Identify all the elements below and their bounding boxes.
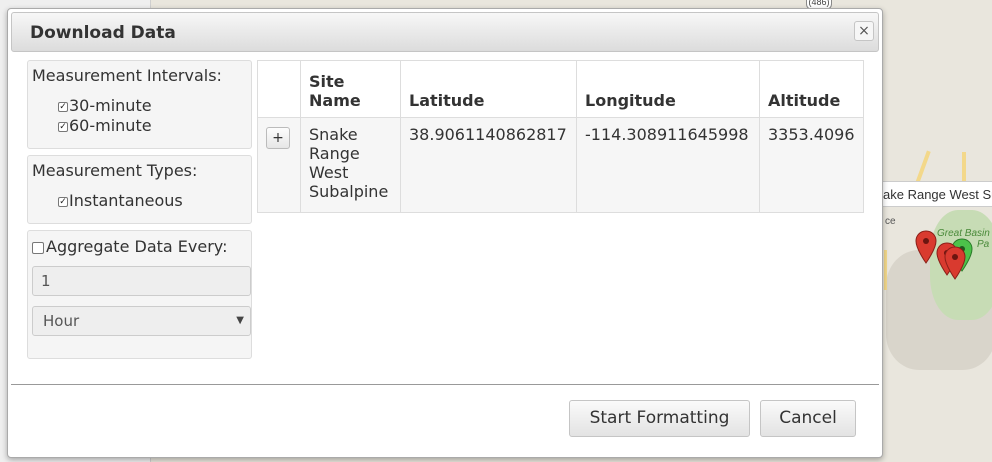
interval-60-minute-checkbox[interactable]: ✓	[58, 121, 68, 132]
sites-table-container: Site Name Latitude Longitude Altitude + …	[257, 60, 864, 215]
column-header-site-name[interactable]: Site Name	[300, 60, 401, 118]
map-marker-red-icon[interactable]	[944, 246, 966, 280]
measurement-intervals-title: Measurement Intervals:	[32, 66, 222, 85]
expand-column-header	[257, 60, 301, 118]
map-road	[884, 250, 887, 290]
altitude-cell: 3353.4096	[759, 117, 864, 213]
aggregate-panel: Aggregate Data Every: 1 Hour ▼	[27, 230, 252, 359]
cancel-button[interactable]: Cancel	[760, 400, 856, 437]
dropdown-arrow-icon: ▼	[236, 315, 244, 326]
table-header-row: Site Name Latitude Longitude Altitude	[257, 60, 864, 118]
aggregate-label: Aggregate Data Every:	[46, 237, 228, 256]
type-instantaneous-checkbox[interactable]: ✓	[58, 196, 68, 207]
interval-60-minute-option[interactable]: ✓ 60-minute	[58, 116, 152, 135]
close-icon[interactable]: ×	[854, 21, 874, 41]
site-name-cell: Snake Range West Subalpine	[300, 117, 401, 213]
expand-cell: +	[257, 117, 301, 213]
sites-table: Site Name Latitude Longitude Altitude + …	[257, 60, 864, 213]
measurement-types-title: Measurement Types:	[32, 161, 198, 180]
start-formatting-button[interactable]: Start Formatting	[569, 400, 750, 437]
dialog-title: Download Data	[30, 23, 176, 43]
measurement-intervals-panel: Measurement Intervals: ✓ 30-minute ✓ 60-…	[27, 60, 252, 149]
footer-divider	[11, 384, 879, 385]
interval-60-minute-label: 60-minute	[69, 116, 152, 135]
download-data-dialog: Download Data × Measurement Intervals: ✓…	[7, 8, 883, 458]
map-marker-red-icon[interactable]	[915, 230, 937, 264]
aggregate-value-input[interactable]: 1	[32, 266, 251, 296]
aggregate-checkbox[interactable]	[32, 241, 44, 254]
dialog-header[interactable]: Download Data ×	[11, 12, 879, 52]
type-instantaneous-label: Instantaneous	[69, 191, 183, 210]
aggregate-unit-select[interactable]: Hour ▼	[32, 306, 251, 336]
column-header-longitude[interactable]: Longitude	[576, 60, 760, 118]
map-side-text: ce	[885, 216, 896, 227]
aggregate-option[interactable]: Aggregate Data Every:	[32, 237, 227, 256]
interval-30-minute-label: 30-minute	[69, 96, 152, 115]
type-instantaneous-option[interactable]: ✓ Instantaneous	[58, 191, 183, 210]
interval-30-minute-checkbox[interactable]: ✓	[58, 101, 68, 112]
table-row[interactable]: + Snake Range West Subalpine 38.90611408…	[257, 117, 864, 213]
measurement-types-panel: Measurement Types: ✓ Instantaneous	[27, 155, 252, 224]
aggregate-unit-value: Hour	[43, 312, 80, 330]
map-popup-label[interactable]: ake Range West Su	[870, 181, 992, 207]
latitude-cell: 38.9061140862817	[400, 117, 577, 213]
column-header-altitude[interactable]: Altitude	[759, 60, 864, 118]
expand-row-button[interactable]: +	[266, 127, 290, 149]
column-header-latitude[interactable]: Latitude	[400, 60, 577, 118]
longitude-cell: -114.308911645998	[576, 117, 760, 213]
interval-30-minute-option[interactable]: ✓ 30-minute	[58, 96, 152, 115]
